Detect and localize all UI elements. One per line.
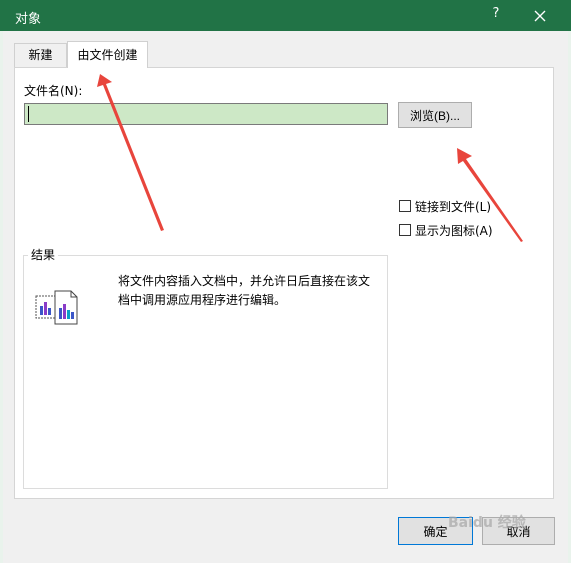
window-title: 对象 [15,12,42,27]
text-caret [28,106,29,122]
embedded-document-icon [35,290,79,329]
title-bar: 对象 ? [0,0,571,31]
file-name-label: 文件名(N): [24,84,83,98]
browse-button[interactable]: 浏览(B)... [398,102,472,128]
tab-new-label: 新建 [28,48,53,62]
close-button[interactable] [526,4,554,28]
link-to-file-label[interactable]: 链接到文件(L) [415,198,491,215]
close-icon [534,10,546,22]
tab-create-from-file[interactable]: 由文件创建 [67,41,148,68]
watermark: Baidu 经验 [448,515,526,531]
result-description: 将文件内容插入文档中，并允许日后直接在该文档中调用源应用程序进行编辑。 [118,274,371,307]
tab-create-from-file-label: 由文件创建 [77,48,138,62]
display-as-icon-checkbox[interactable] [399,224,411,236]
link-to-file-checkbox[interactable] [399,200,411,212]
result-group-title: 结果 [28,246,59,263]
tab-new[interactable]: 新建 [14,43,67,67]
file-name-input[interactable] [24,103,388,125]
help-button[interactable]: ? [484,6,508,21]
background-edge-left [0,31,3,563]
display-as-icon-label[interactable]: 显示为图标(A) [415,222,493,239]
